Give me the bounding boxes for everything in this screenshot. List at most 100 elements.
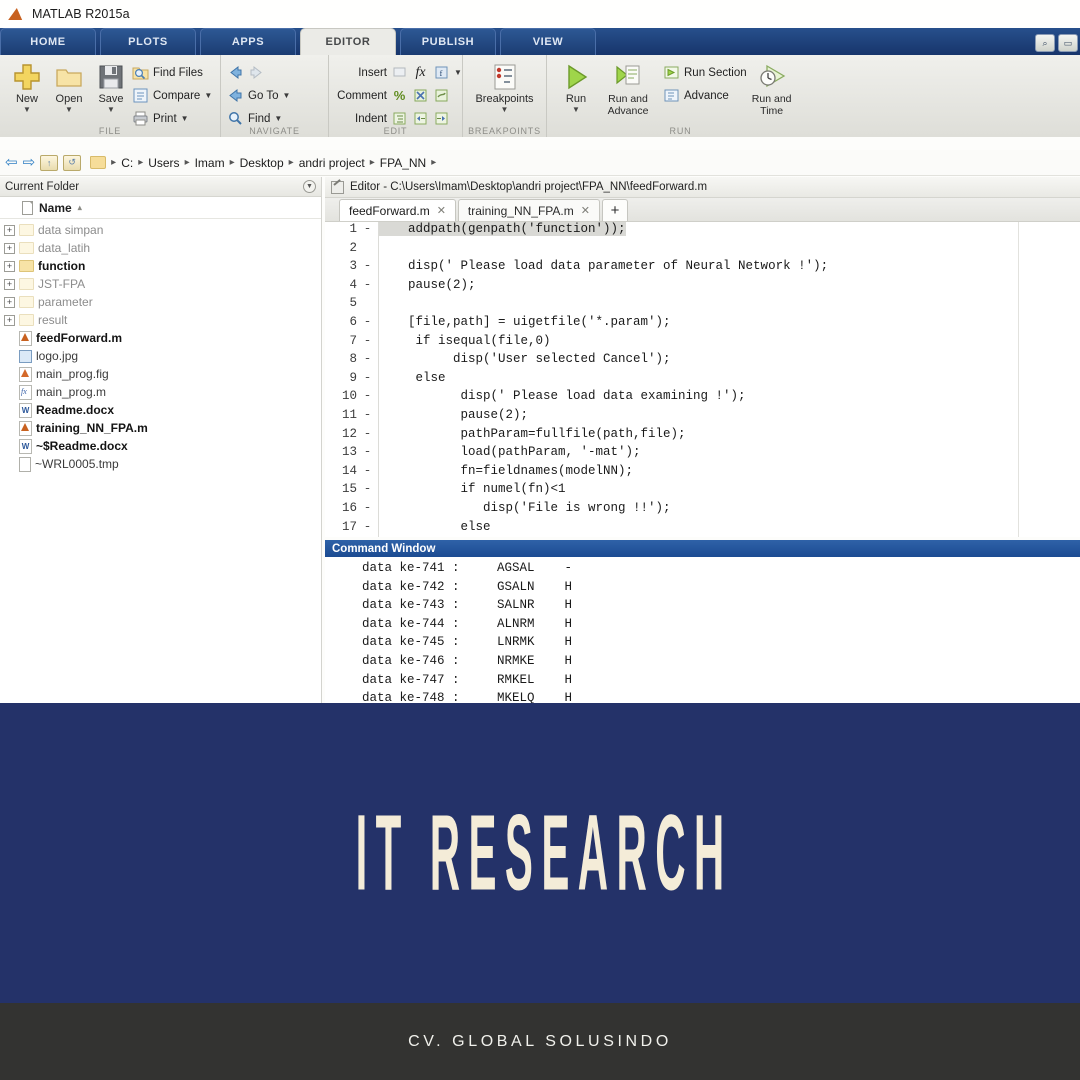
- find-files-label: Find Files: [153, 66, 203, 79]
- list-item[interactable]: training_NN_FPA.m: [0, 419, 321, 437]
- advance-button[interactable]: Advance: [663, 84, 747, 107]
- folder-icon: [19, 278, 34, 290]
- back-arrow-icon[interactable]: [227, 64, 244, 81]
- code-line: 17 - else: [325, 520, 1080, 538]
- breadcrumb-users[interactable]: Users: [148, 156, 179, 170]
- list-item[interactable]: feedForward.m: [0, 329, 321, 347]
- expand-icon[interactable]: +: [4, 242, 15, 254]
- command-window-output[interactable]: data ke-741 : AGSAL - data ke-742 : GSAL…: [325, 557, 1080, 703]
- expand-placeholder: [4, 441, 15, 452]
- list-item[interactable]: + data_latih: [0, 239, 321, 257]
- expand-icon[interactable]: +: [4, 296, 15, 308]
- editor-pencil-icon: [331, 180, 344, 194]
- run-section-button[interactable]: Run Section: [663, 61, 747, 84]
- ribbon-toolbar: New ▼ Open ▼ Save ▼ Find Files Compare ▼…: [0, 55, 1080, 137]
- tab-editor[interactable]: EDITOR: [300, 28, 396, 55]
- breadcrumb-imam[interactable]: Imam: [195, 156, 225, 170]
- folder-icon: [19, 314, 34, 326]
- save-caret-icon[interactable]: ▼: [107, 106, 115, 114]
- list-item[interactable]: + result: [0, 311, 321, 329]
- list-item[interactable]: W ~$Readme.docx: [0, 437, 321, 455]
- expand-placeholder: [4, 405, 15, 416]
- current-folder-column-header[interactable]: Name ▴: [0, 197, 321, 219]
- titlebar-button-group: ⌕ ▭: [1035, 34, 1078, 52]
- smart-indent-icon[interactable]: [391, 110, 408, 127]
- list-item[interactable]: + function: [0, 257, 321, 275]
- tab-publish[interactable]: PUBLISH: [400, 28, 496, 55]
- breadcrumb-desktop[interactable]: Desktop: [240, 156, 284, 170]
- breadcrumb-drive[interactable]: C:: [121, 156, 133, 170]
- list-item[interactable]: logo.jpg: [0, 347, 321, 365]
- expand-icon[interactable]: +: [4, 314, 15, 326]
- editor-tab-feedforward[interactable]: feedForward.m ✕: [339, 199, 456, 221]
- insert-icon[interactable]: [391, 64, 408, 81]
- tab-plots[interactable]: PLOTS: [100, 28, 196, 55]
- back-arrow-icon[interactable]: ⇦: [5, 155, 18, 170]
- editor-tab-training-nn-fpa[interactable]: training_NN_FPA.m ✕: [457, 199, 600, 221]
- compare-caret-icon[interactable]: ▼: [204, 91, 212, 100]
- new-caret-icon[interactable]: ▼: [23, 106, 31, 114]
- new-editor-tab-button[interactable]: +: [601, 199, 628, 221]
- search-documentation-button[interactable]: ⌕: [1035, 34, 1055, 52]
- comment-percent-icon[interactable]: %: [391, 87, 408, 104]
- find-caret-icon[interactable]: ▼: [274, 114, 282, 123]
- breadcrumb-fpa-nn[interactable]: FPA_NN: [380, 156, 426, 170]
- line-number: 3: [349, 259, 357, 274]
- expand-icon[interactable]: +: [4, 224, 15, 236]
- tab-apps[interactable]: APPS: [200, 28, 296, 55]
- executable-marker: -: [363, 352, 372, 367]
- ribbon-group-file: New ▼ Open ▼ Save ▼ Find Files Compare ▼…: [0, 55, 220, 137]
- fx-function-icon[interactable]: fx: [412, 64, 429, 81]
- panel-options-icon[interactable]: ▼: [303, 180, 316, 193]
- insert-table-icon[interactable]: f: [433, 64, 450, 81]
- open-caret-icon[interactable]: ▼: [65, 106, 73, 114]
- insert-button[interactable]: Insert fx f ▼: [335, 61, 462, 84]
- expand-icon[interactable]: +: [4, 278, 15, 290]
- forward-arrow-icon[interactable]: [248, 64, 265, 81]
- list-item[interactable]: main_prog.fig: [0, 365, 321, 383]
- print-caret-icon[interactable]: ▼: [181, 114, 189, 123]
- go-to-button[interactable]: Go To ▼: [227, 84, 290, 107]
- compare-button[interactable]: Compare ▼: [132, 84, 212, 107]
- go-to-caret-icon[interactable]: ▼: [282, 91, 290, 100]
- tab-view[interactable]: VIEW: [500, 28, 596, 55]
- ribbon-group-label-breakpoints: BREAKPOINTS: [468, 126, 541, 136]
- list-item[interactable]: ~WRL0005.tmp: [0, 455, 321, 473]
- wrap-comment-icon[interactable]: [433, 87, 450, 104]
- ribbon-tab-strip: HOME PLOTS APPS EDITOR PUBLISH VIEW ⌕ ▭: [0, 28, 1080, 55]
- indent-left-icon[interactable]: [433, 110, 450, 127]
- list-item[interactable]: W Readme.docx: [0, 401, 321, 419]
- word-document-icon: W: [19, 402, 32, 418]
- close-icon[interactable]: ✕: [581, 204, 590, 217]
- breakpoints-label: Breakpoints: [475, 93, 534, 105]
- list-item[interactable]: main_prog.m: [0, 383, 321, 401]
- sort-ascending-icon[interactable]: ▴: [78, 203, 82, 212]
- executable-marker: -: [363, 222, 372, 236]
- ribbon-group-edit: Insert fx f ▼ Comment % Indent EDIT: [328, 55, 462, 137]
- breadcrumb-andri-project[interactable]: andri project: [299, 156, 365, 170]
- editor-code-area[interactable]: 1 - addpath(genpath('function')); 2 3 - …: [325, 222, 1080, 537]
- uncomment-icon[interactable]: [412, 87, 429, 104]
- close-icon[interactable]: ✕: [437, 204, 446, 217]
- list-item[interactable]: + data simpan: [0, 221, 321, 239]
- indent-right-icon[interactable]: [412, 110, 429, 127]
- find-files-button[interactable]: Find Files: [132, 61, 212, 84]
- run-and-time-icon: [757, 62, 787, 92]
- list-item[interactable]: + parameter: [0, 293, 321, 311]
- insert-caret-icon[interactable]: ▼: [454, 68, 462, 77]
- executable-marker: -: [363, 519, 372, 534]
- refresh-folder-icon[interactable]: ↺: [63, 154, 82, 171]
- run-caret-icon[interactable]: ▼: [572, 106, 580, 114]
- executable-marker: -: [363, 314, 372, 329]
- expand-icon[interactable]: +: [4, 260, 15, 272]
- comment-button[interactable]: Comment %: [335, 84, 462, 107]
- tab-home[interactable]: HOME: [0, 28, 96, 55]
- browse-up-icon[interactable]: ↑: [40, 154, 59, 171]
- expand-placeholder: [4, 369, 15, 380]
- line-number: 9: [349, 370, 357, 385]
- forward-arrow-icon[interactable]: ⇨: [23, 155, 36, 170]
- list-item[interactable]: + JST-FPA: [0, 275, 321, 293]
- minimize-ribbon-button[interactable]: ▭: [1058, 34, 1078, 52]
- breakpoints-caret-icon[interactable]: ▼: [501, 106, 509, 114]
- comment-label: Comment: [337, 89, 387, 102]
